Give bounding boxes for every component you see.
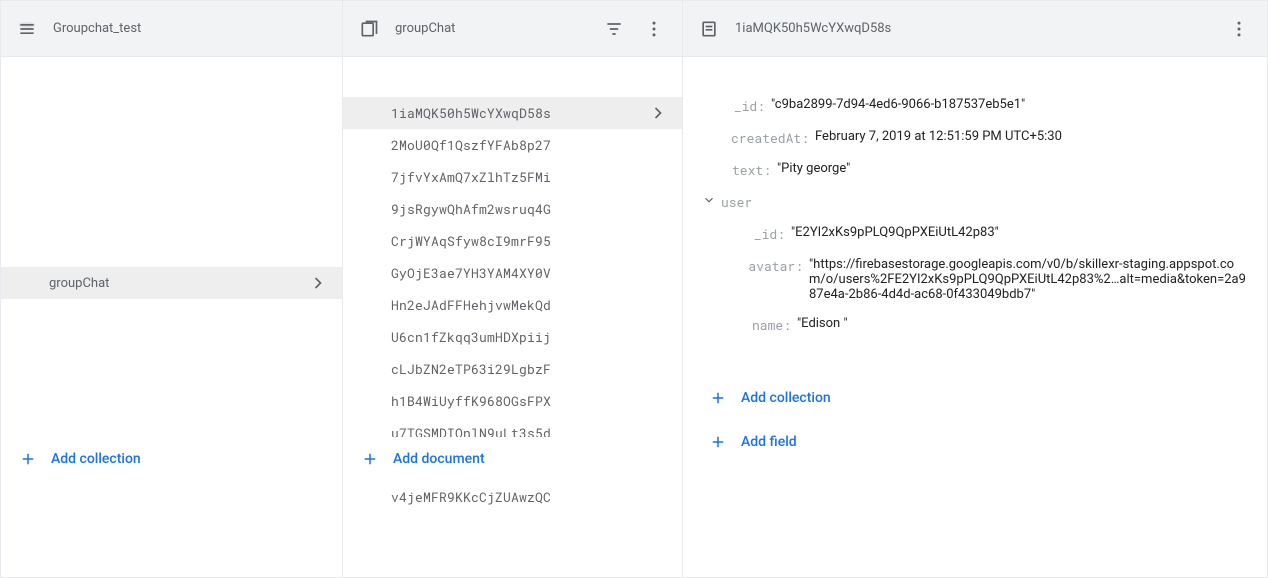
field-val: "https://firebasestorage.googleapis.com/… xyxy=(809,257,1247,302)
field-val: "E2YI2xKs9pPLQ9QpPXEiUtL42p83" xyxy=(791,225,1247,240)
field-key: text: xyxy=(727,161,777,179)
document-id: 1iaMQK50h5WcYXwqD58s xyxy=(391,104,551,122)
field-key: avatar: xyxy=(747,257,809,275)
document-row[interactable]: cLJbZN2eTP63i29LgbzF xyxy=(343,353,682,385)
panel-collection-body: 1iaMQK50h5WcYXwqD58s 2MoU0Qf1QszfYFAb8p27… xyxy=(343,57,682,577)
document-row[interactable]: 2MoU0Qf1QszfYFAb8p27 xyxy=(343,129,682,161)
document-row[interactable]: 7jfvYxAmQ7xZlhTz5FMi xyxy=(343,161,682,193)
database-icon xyxy=(17,19,37,39)
field-row-user-id[interactable]: _id: "E2YI2xKs9pPLQ9QpPXEiUtL42p83" xyxy=(723,225,1247,243)
panel-document-header: 1iaMQK50h5WcYXwqD58s xyxy=(683,1,1267,57)
field-val: "Pity george" xyxy=(777,161,1247,176)
field-row-name[interactable]: name: "Edison " xyxy=(723,316,1247,334)
field-val: "c9ba2899-7d94-4ed6-9066-b187537eb5e1" xyxy=(771,97,1247,112)
kebab-menu-icon[interactable] xyxy=(642,17,666,41)
add-collection-label: Add collection xyxy=(51,451,141,467)
collection-row[interactable]: groupChat xyxy=(1,267,342,299)
document-id: 9jsRgywQhAfm2wsruq4G xyxy=(391,200,551,218)
document-fields: _id: "c9ba2899-7d94-4ed6-9066-b187537eb5… xyxy=(683,57,1267,368)
add-document-label: Add document xyxy=(393,451,485,467)
add-field-label: Add field xyxy=(741,434,797,450)
document-row[interactable]: GyOjE3ae7YH3YAM4XY0V xyxy=(343,257,682,289)
collection-label: groupChat xyxy=(49,276,109,291)
document-row[interactable]: v4jeMFR9KKcCjZUAwzQC xyxy=(343,481,682,513)
field-row-id[interactable]: _id: "c9ba2899-7d94-4ed6-9066-b187537eb5… xyxy=(703,97,1247,115)
document-id: v4jeMFR9KKcCjZUAwzQC xyxy=(391,488,551,506)
panel-collection-header: groupChat xyxy=(343,1,682,57)
field-row-avatar[interactable]: avatar: "https://firebasestorage.googlea… xyxy=(723,257,1247,302)
document-id: U6cn1fZkqq3umHDXpiij xyxy=(391,328,551,346)
field-row-user[interactable]: user xyxy=(697,193,1247,211)
filter-icon[interactable] xyxy=(602,17,626,41)
document-row[interactable]: h1B4WiUyffK968OGsFPX xyxy=(343,385,682,417)
field-key: user xyxy=(721,193,752,211)
document-id: CrjWYAqSfyw8cI9mrF95 xyxy=(391,232,551,250)
field-row-createdAt[interactable]: createdAt: February 7, 2019 at 12:51:59 … xyxy=(703,129,1247,147)
panel-document-body: _id: "c9ba2899-7d94-4ed6-9066-b187537eb5… xyxy=(683,57,1267,577)
nested-user: _id: "E2YI2xKs9pPLQ9QpPXEiUtL42p83" avat… xyxy=(723,225,1247,334)
add-collection-button[interactable]: Add collection xyxy=(691,376,1259,420)
document-row[interactable]: U6cn1fZkqq3umHDXpiij xyxy=(343,321,682,353)
document-row[interactable]: 9jsRgywQhAfm2wsruq4G xyxy=(343,193,682,225)
document-row[interactable]: 1iaMQK50h5WcYXwqD58s xyxy=(343,97,682,129)
document-id: cLJbZN2eTP63i29LgbzF xyxy=(391,360,551,378)
caret-down-icon[interactable] xyxy=(697,193,721,211)
panel-root-body: groupChat xyxy=(1,57,342,577)
document-row[interactable]: CrjWYAqSfyw8cI9mrF95 xyxy=(343,225,682,257)
firestore-panels: Groupchat_test groupChat Add collection … xyxy=(0,0,1268,578)
add-document-button[interactable]: Add document xyxy=(343,437,682,481)
field-key: name: xyxy=(747,316,797,334)
panel-document: 1iaMQK50h5WcYXwqD58s _id: "c9ba2899-7d94… xyxy=(683,1,1267,577)
document-id: GyOjE3ae7YH3YAM4XY0V xyxy=(391,264,551,282)
chevron-right-icon xyxy=(646,101,670,125)
document-icon xyxy=(699,19,719,39)
document-id: h1B4WiUyffK968OGsFPX xyxy=(391,392,551,410)
panel-document-title: 1iaMQK50h5WcYXwqD58s xyxy=(735,21,891,36)
kebab-menu-icon[interactable] xyxy=(1227,17,1251,41)
panel-collection-title: groupChat xyxy=(395,21,455,36)
document-row[interactable]: Hn2eJAdFFHehjvwMekQd xyxy=(343,289,682,321)
panel-collection: groupChat 1iaMQK50h5WcYXwqD58s 2MoU0Qf1Qs… xyxy=(343,1,683,577)
field-key: _id: xyxy=(747,225,791,243)
panel-root-title: Groupchat_test xyxy=(53,21,141,36)
collection-icon xyxy=(359,19,379,39)
panel-root-header: Groupchat_test xyxy=(1,1,342,57)
field-val: "Edison " xyxy=(797,316,1247,331)
add-collection-button[interactable]: Add collection xyxy=(1,437,342,481)
panel-root: Groupchat_test groupChat Add collection xyxy=(1,1,343,577)
field-val: February 7, 2019 at 12:51:59 PM UTC+5:30 xyxy=(815,129,1247,144)
document-id: 7jfvYxAmQ7xZlhTz5FMi xyxy=(391,168,551,186)
chevron-right-icon xyxy=(306,271,330,295)
add-collection-label: Add collection xyxy=(741,390,831,406)
document-id: 2MoU0Qf1QszfYFAb8p27 xyxy=(391,136,551,154)
document-id: Hn2eJAdFFHehjvwMekQd xyxy=(391,296,551,314)
field-key: createdAt: xyxy=(727,129,815,147)
field-row-text[interactable]: text: "Pity george" xyxy=(703,161,1247,179)
field-key: _id: xyxy=(727,97,771,115)
add-field-button[interactable]: Add field xyxy=(691,420,1259,464)
